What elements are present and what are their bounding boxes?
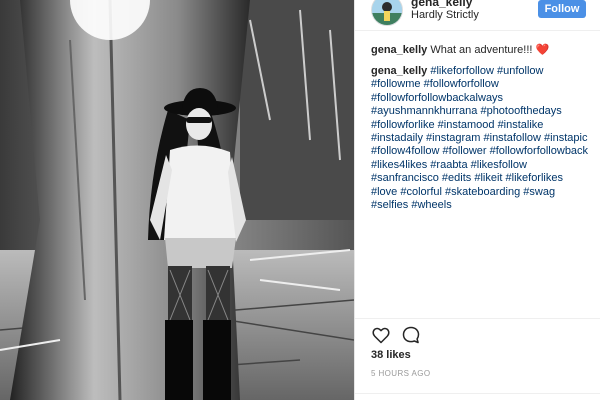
- location-link[interactable]: Hardly Strictly: [411, 9, 479, 21]
- post-photo[interactable]: [0, 0, 354, 400]
- add-comment-divider: [355, 393, 600, 394]
- avatar[interactable]: [371, 0, 403, 26]
- comment-username[interactable]: gena_kelly: [371, 65, 427, 77]
- likes-count[interactable]: 38 likes: [371, 349, 411, 361]
- hashtag-comment: gena_kelly #likeforfollow #unfollow #fol…: [371, 65, 591, 212]
- hashtag-text[interactable]: #likeforfollow #unfollow #followme #foll…: [371, 65, 588, 211]
- avatar-image: [372, 0, 402, 25]
- comment-icon[interactable]: [401, 325, 421, 345]
- heart-icon[interactable]: [371, 325, 391, 345]
- caption-text: What an adventure!!! ❤️: [430, 44, 550, 56]
- photo-image: [0, 0, 354, 400]
- post-header: gena_kelly Hardly Strictly Follow: [355, 0, 600, 31]
- post-timestamp[interactable]: 5 HOURS AGO: [371, 369, 431, 378]
- username-link[interactable]: gena_kelly: [411, 0, 472, 9]
- caption-comment: gena_kelly What an adventure!!! ❤️: [371, 44, 591, 57]
- caption-username[interactable]: gena_kelly: [371, 44, 427, 56]
- post-side-panel: gena_kelly Hardly Strictly Follow gena_k…: [355, 0, 600, 400]
- follow-button[interactable]: Follow: [538, 0, 586, 18]
- post-actions: 38 likes 5 HOURS AGO: [355, 318, 600, 401]
